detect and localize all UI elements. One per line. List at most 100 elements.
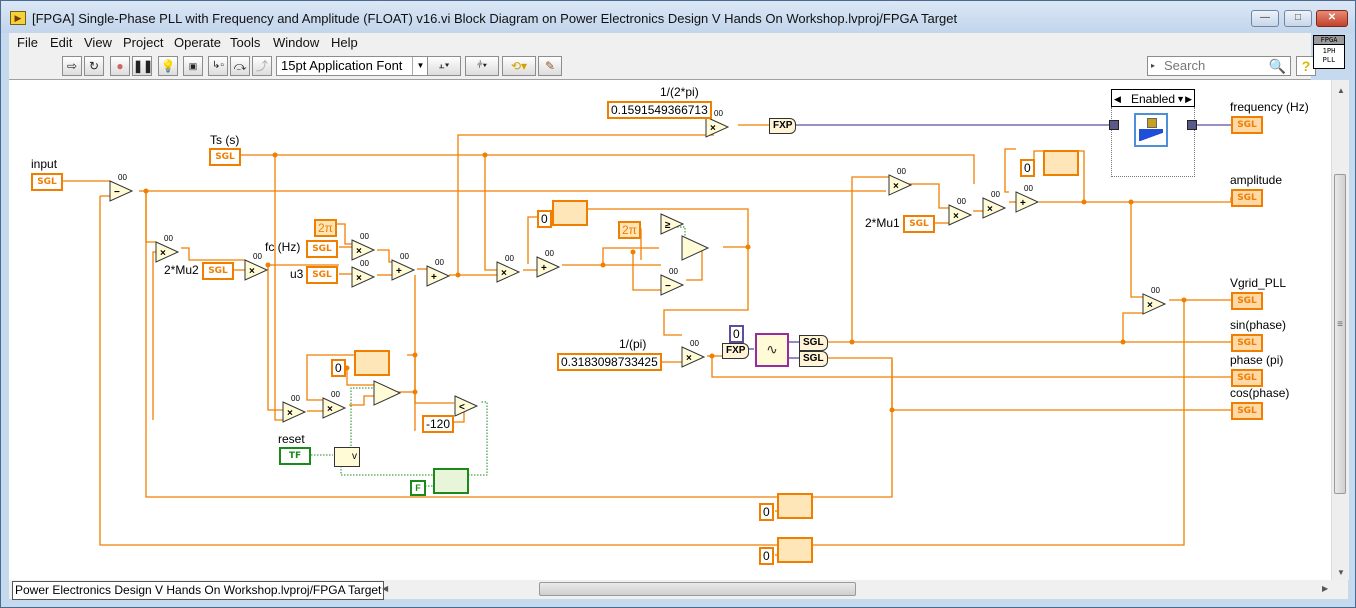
add-node[interactable]: +00 bbox=[1015, 184, 1040, 213]
feedback-node-amplitude[interactable] bbox=[1043, 150, 1079, 176]
u3-control[interactable]: SGL bbox=[306, 266, 338, 284]
two-pi-constant-2[interactable]: 2π bbox=[618, 221, 641, 239]
reset-control[interactable]: TF bbox=[279, 447, 311, 465]
multiply-node[interactable]: × 00 bbox=[244, 252, 269, 281]
vertical-scrollbar[interactable]: ▲ ≡ ▼ bbox=[1331, 80, 1349, 580]
or-function[interactable]: v bbox=[334, 447, 360, 467]
zero-constant-5[interactable]: 0 bbox=[759, 547, 774, 565]
frequency-indicator[interactable]: SGL bbox=[1231, 116, 1263, 134]
horizontal-scroll-thumb[interactable] bbox=[539, 582, 856, 596]
false-constant[interactable]: F bbox=[410, 480, 426, 496]
multiply-node[interactable]: × 00 bbox=[351, 232, 376, 261]
maximize-button[interactable]: □ bbox=[1284, 10, 1312, 27]
mu1-control[interactable]: SGL bbox=[903, 215, 935, 233]
lowpass-filter-subvi-icon[interactable] bbox=[1134, 113, 1168, 147]
menu-file[interactable]: File bbox=[17, 35, 38, 50]
menu-project[interactable]: Project bbox=[123, 35, 163, 50]
abort-icon[interactable]: ● bbox=[110, 56, 130, 76]
fc-control[interactable]: SGL bbox=[306, 240, 338, 258]
neg120-constant[interactable]: -120 bbox=[422, 415, 455, 433]
retain-wire-values-icon[interactable]: ▣ bbox=[183, 56, 203, 76]
node-symbol: ≥ bbox=[665, 220, 671, 231]
scroll-right-icon[interactable]: ▶ bbox=[1322, 584, 1328, 593]
multiply-node[interactable]: × 00 bbox=[322, 390, 347, 419]
cleanup-diagram-icon[interactable]: ✎ bbox=[538, 56, 562, 76]
reorder-icon[interactable]: ⟲▾ bbox=[502, 56, 536, 76]
subtract-node[interactable]: − 00 bbox=[109, 173, 134, 202]
menu-view[interactable]: View bbox=[84, 35, 112, 50]
feedback-node-reset[interactable] bbox=[433, 468, 469, 494]
multiply-node[interactable]: × 00 bbox=[681, 339, 706, 368]
mu2-control[interactable]: SGL bbox=[202, 262, 234, 280]
cos-indicator[interactable]: SGL bbox=[1231, 402, 1263, 420]
close-button[interactable]: ✕ bbox=[1316, 10, 1348, 27]
scroll-down-icon[interactable]: ▼ bbox=[1337, 568, 1345, 577]
minimize-button[interactable]: — bbox=[1251, 10, 1279, 27]
multiply-node[interactable]: × 00 bbox=[982, 190, 1007, 219]
zero-constant-3[interactable]: 0 bbox=[331, 359, 346, 377]
feedback-node-integrator[interactable] bbox=[552, 200, 588, 226]
multiply-node[interactable]: × 00 bbox=[1142, 286, 1167, 315]
invpi-constant[interactable]: 0.3183098733425 bbox=[557, 353, 662, 371]
ts-control[interactable]: SGL bbox=[209, 148, 241, 166]
greater-equal-node[interactable]: ≥ bbox=[660, 213, 685, 235]
multiply-node[interactable]: × 00 bbox=[888, 167, 913, 196]
multiply-node[interactable]: × 00 bbox=[282, 394, 307, 423]
search-input[interactable]: ▸ Search 🔍 bbox=[1147, 56, 1291, 76]
add-node[interactable]: +00 bbox=[391, 252, 416, 281]
multiply-node[interactable]: × 00 bbox=[948, 197, 973, 226]
next-case-icon[interactable]: ▼▶ bbox=[1176, 90, 1192, 108]
step-out-icon[interactable]: ⤴ bbox=[252, 56, 272, 76]
multiply-node[interactable]: × 00 bbox=[155, 234, 180, 263]
zero-constant-4[interactable]: 0 bbox=[759, 503, 774, 521]
menu-window[interactable]: Window bbox=[273, 35, 319, 50]
menu-help[interactable]: Help bbox=[331, 35, 358, 50]
scroll-up-icon[interactable]: ▲ bbox=[1337, 86, 1345, 95]
multiply-node[interactable]: × 00 bbox=[496, 254, 521, 283]
feedback-node-input[interactable] bbox=[777, 537, 813, 563]
step-into-icon[interactable]: ↳▫ bbox=[208, 56, 228, 76]
vertical-scroll-thumb[interactable]: ≡ bbox=[1334, 174, 1346, 494]
horizontal-scrollbar[interactable]: ◀ ▶ bbox=[382, 582, 1332, 597]
run-continuously-icon[interactable]: ↻ bbox=[84, 56, 104, 76]
vi-icon[interactable]: FPGA 1PH PLL bbox=[1313, 35, 1345, 69]
menu-edit[interactable]: Edit bbox=[50, 35, 72, 50]
font-select[interactable]: 15pt Application Font ▼ bbox=[276, 56, 429, 76]
search-icon[interactable]: 🔍 bbox=[1269, 57, 1286, 75]
zero-constant-2[interactable]: 0 bbox=[1020, 159, 1035, 177]
input-control[interactable]: SGL bbox=[31, 173, 63, 191]
node-symbol: + bbox=[1020, 198, 1026, 209]
add-node[interactable]: +00 bbox=[426, 258, 451, 287]
step-over-icon[interactable]: ⤼ bbox=[230, 56, 250, 76]
select-node[interactable] bbox=[681, 235, 710, 261]
menu-operate[interactable]: Operate bbox=[174, 35, 221, 50]
run-arrow-icon[interactable]: ⇨ bbox=[62, 56, 82, 76]
block-diagram-canvas[interactable]: −00 × 00 × 00 × 00 × 00 +00 +00 × 00 +00 ≥ −00 × 00 × 00 × 00… bbox=[9, 80, 1331, 580]
two-pi-constant[interactable]: 2π bbox=[314, 219, 337, 237]
fxp-zero-constant[interactable]: 0 bbox=[729, 325, 744, 343]
multiply-node[interactable]: × 00 bbox=[351, 259, 376, 288]
less-than-node[interactable]: < bbox=[454, 395, 479, 417]
sine-cosine-subvi-icon[interactable]: ∿ bbox=[755, 333, 789, 367]
pause-icon[interactable]: ❚❚ bbox=[132, 56, 153, 76]
highlight-execution-icon[interactable]: 💡 bbox=[158, 56, 178, 76]
vi-icon-line2: PLL bbox=[1322, 56, 1336, 64]
phase-indicator[interactable]: SGL bbox=[1231, 369, 1263, 387]
align-objects-icon[interactable]: ⫠▾ bbox=[427, 56, 461, 76]
amplitude-indicator[interactable]: SGL bbox=[1231, 189, 1263, 207]
feedback-node-frequency[interactable] bbox=[354, 350, 390, 376]
add-node[interactable]: +00 bbox=[536, 249, 561, 278]
distribute-objects-icon[interactable]: ⫩▾ bbox=[465, 56, 499, 76]
zero-constant-1[interactable]: 0 bbox=[537, 210, 552, 228]
select-node-2[interactable] bbox=[373, 380, 402, 406]
prev-case-icon[interactable]: ◀ bbox=[1114, 90, 1121, 108]
subtract-node[interactable]: − 00 bbox=[660, 267, 685, 296]
diagram-disable-selector[interactable]: ◀ Enabled ▼▶ bbox=[1111, 89, 1195, 107]
sin-indicator[interactable]: SGL bbox=[1231, 334, 1263, 352]
search-options-icon[interactable]: ▸ bbox=[1151, 57, 1155, 75]
inv2pi-constant[interactable]: 0.1591549366713 bbox=[607, 101, 712, 119]
vgrid-indicator[interactable]: SGL bbox=[1231, 292, 1263, 310]
scroll-left-icon[interactable]: ◀ bbox=[382, 584, 388, 593]
menu-tools[interactable]: Tools bbox=[230, 35, 260, 50]
feedback-node-error[interactable] bbox=[777, 493, 813, 519]
